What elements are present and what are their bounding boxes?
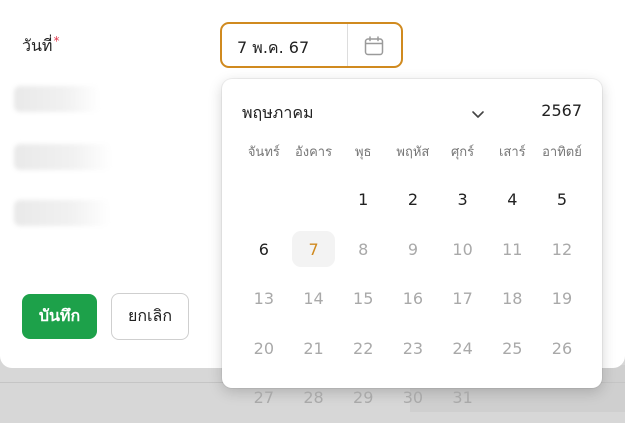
calendar-day: 8 (338, 225, 388, 275)
calendar-week-row: 1 2 3 4 5 (239, 175, 587, 225)
weekday-label: ศุกร์ (451, 145, 475, 160)
calendar-day: 18 (487, 274, 537, 324)
calendar-day-number: 23 (402, 338, 424, 358)
date-input-divider (347, 24, 348, 66)
calendar-day: 16 (388, 274, 438, 324)
calendar-day-number: 24 (452, 338, 473, 358)
calendar-day: 11 (487, 225, 537, 275)
calendar-day[interactable]: 5 (537, 175, 587, 225)
save-button[interactable]: บันทึก (22, 294, 97, 339)
calendar-year[interactable]: 2567 (541, 101, 582, 120)
blurred-field-1 (14, 86, 100, 112)
calendar-week-row: 27 28 29 30 31 (239, 373, 587, 423)
calendar-day-number: 5 (556, 190, 568, 210)
date-picker-input[interactable]: 7 พ.ค. 67 (220, 22, 403, 68)
calendar-day-number: 4 (507, 190, 518, 210)
weekday-label: อังคาร (294, 145, 333, 160)
calendar-day[interactable]: 6 (239, 225, 289, 275)
calendar-day-empty (289, 175, 339, 225)
calendar-day-number: 2 (407, 190, 418, 210)
calendar-day-empty (537, 373, 587, 423)
calendar-day-number: 27 (253, 388, 275, 408)
calendar-day: 31 (438, 373, 488, 423)
calendar-day-number: 11 (502, 239, 523, 259)
calendar-day: 13 (239, 274, 289, 324)
calendar-day: 12 (537, 225, 587, 275)
calendar-week-row: 20 21 22 23 24 25 26 (239, 324, 587, 374)
calendar-day: 24 (438, 324, 488, 374)
calendar-day[interactable]: 4 (487, 175, 537, 225)
calendar-day[interactable]: 3 (438, 175, 488, 225)
calendar-day-number: 25 (502, 338, 523, 358)
calendar-day: 19 (537, 274, 587, 324)
calendar-day-number: 31 (452, 388, 473, 408)
calendar-day-number: 16 (402, 289, 424, 309)
calendar-day-number: 13 (253, 289, 275, 309)
required-mark: * (53, 34, 60, 48)
date-input-value[interactable]: 7 พ.ค. 67 (237, 36, 309, 61)
calendar-day-number: 21 (303, 338, 324, 358)
calendar-day-number: 6 (258, 239, 269, 259)
calendar-day-number: 10 (452, 239, 473, 259)
calendar-week-row: 13 14 15 16 17 18 19 (239, 274, 587, 324)
calendar-day-number: 7 (308, 239, 319, 259)
calendar-week-row: 6 7 8 9 10 11 12 (239, 225, 587, 275)
weekday-label: พฤหัส (396, 145, 430, 160)
calendar-day-number: 20 (253, 338, 275, 358)
blurred-field-3 (14, 200, 110, 226)
calendar-day-number: 1 (358, 190, 369, 210)
weekday-label: เสาร์ (498, 145, 526, 160)
calendar-day-number: 28 (303, 388, 324, 408)
calendar-day: 17 (438, 274, 488, 324)
calendar-month[interactable]: พฤษภาคม (242, 101, 314, 126)
calendar-day: 10 (438, 225, 488, 275)
calendar-day-number: 30 (402, 388, 424, 408)
calendar-day-empty (239, 175, 289, 225)
calendar-day: 30 (388, 373, 438, 423)
calendar-day: 9 (388, 225, 438, 275)
calendar-day-number: 3 (457, 190, 468, 210)
calendar-day-number: 8 (358, 239, 369, 259)
date-field-label: วันที่* (22, 34, 59, 59)
calendar-day-selected[interactable]: 7 (289, 225, 339, 275)
calendar-day-number: 19 (551, 289, 573, 309)
calendar-icon[interactable] (363, 35, 385, 57)
calendar-day[interactable]: 1 (338, 175, 388, 225)
calendar-day-number: 18 (502, 289, 523, 309)
calendar-day-grid: 1 2 3 4 5 6 7 8 9 10 11 12 13 14 15 16 17 18 19 20 21 22 23 24 2… (239, 175, 587, 423)
calendar-day: 23 (388, 324, 438, 374)
calendar-day: 14 (289, 274, 339, 324)
calendar-day-number: 9 (407, 239, 418, 259)
weekday-label: จันทร์ (247, 145, 280, 160)
calendar-day-number: 14 (303, 289, 324, 309)
calendar-day: 20 (239, 324, 289, 374)
calendar-day: 22 (338, 324, 388, 374)
calendar-day: 29 (338, 373, 388, 423)
calendar-day-number: 22 (353, 338, 374, 358)
calendar-day: 28 (289, 373, 339, 423)
calendar-day[interactable]: 2 (388, 175, 438, 225)
cancel-button[interactable]: ยกเลิก (111, 293, 189, 340)
date-label-text: วันที่ (22, 36, 53, 55)
weekday-header: จันทร์ อังคาร พุธ พฤหัส ศุกร์ เสาร์ อาทิ… (239, 141, 587, 162)
calendar-day-empty (487, 373, 537, 423)
blurred-field-2 (14, 144, 112, 170)
calendar-day: 21 (289, 324, 339, 374)
calendar-day-number: 29 (353, 388, 374, 408)
calendar-day: 26 (537, 324, 587, 374)
calendar-day-number: 15 (353, 289, 374, 309)
calendar-popup: พฤษภาคม 2567 จันทร์ อังคาร พุธ พฤหัส ศุก… (222, 79, 602, 407)
weekday-label: อาทิตย์ (542, 145, 582, 160)
calendar-day-number: 17 (452, 289, 473, 309)
calendar-day: 27 (239, 373, 289, 423)
calendar-day: 15 (338, 274, 388, 324)
calendar-day: 25 (487, 324, 537, 374)
calendar-day-number: 12 (551, 239, 573, 259)
chevron-down-icon[interactable] (471, 105, 485, 118)
calendar-day-number: 26 (551, 338, 573, 358)
weekday-label: พุธ (354, 145, 372, 160)
